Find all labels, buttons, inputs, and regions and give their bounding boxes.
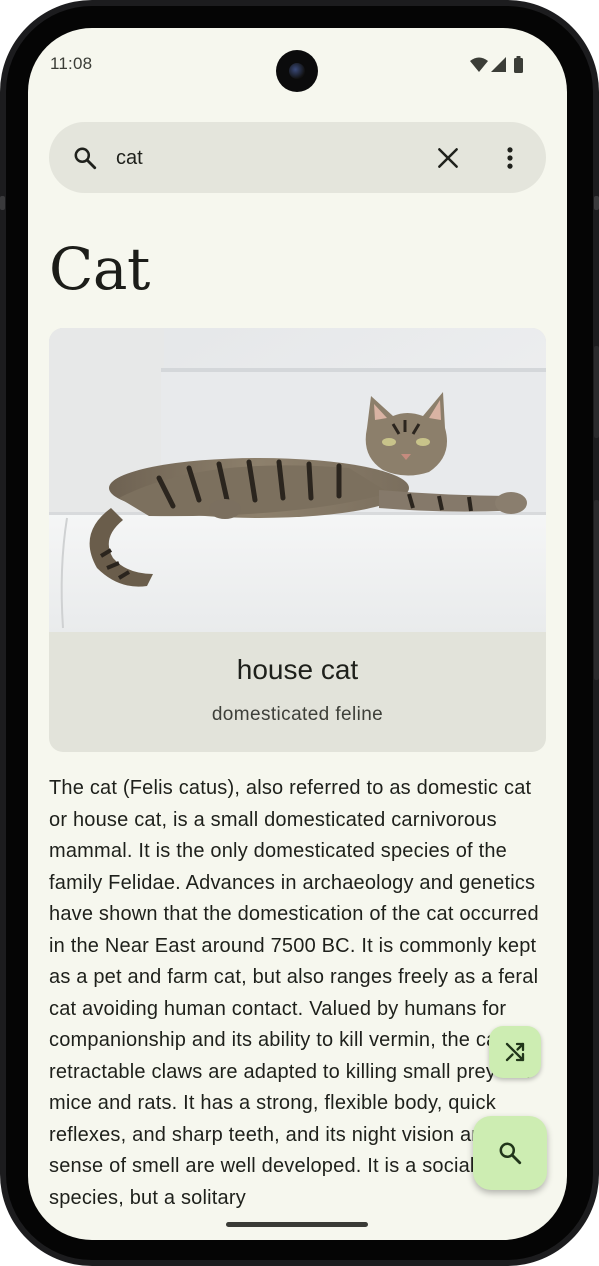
wifi-icon: [470, 57, 488, 72]
article-text: The cat (Felis catus), also referred to …: [49, 777, 539, 1209]
page-title: Cat: [49, 235, 150, 303]
phone-frame: 11:08 cat Cat house cat domesticated fel…: [0, 0, 599, 1266]
cat-photo: [49, 328, 546, 632]
power-button: [594, 346, 599, 438]
gesture-nav-handle[interactable]: [226, 1222, 368, 1227]
signal-icon: [491, 57, 506, 72]
status-bar: 11:08: [28, 28, 567, 100]
volume-button: [594, 500, 599, 680]
close-icon[interactable]: [435, 145, 461, 171]
more-vert-icon[interactable]: [497, 145, 523, 171]
status-icons: [470, 56, 523, 73]
random-article-button[interactable]: [489, 1026, 541, 1078]
shuffle-icon: [505, 1042, 525, 1062]
card-title: house cat: [236, 654, 359, 685]
search-bar[interactable]: [49, 122, 546, 193]
front-camera: [276, 50, 318, 92]
search-icon[interactable]: [72, 145, 98, 171]
battery-icon: [514, 56, 523, 73]
infobox-card[interactable]: house cat domesticated feline: [49, 328, 546, 752]
frame-antenna-right: [594, 196, 599, 210]
search-fab-button[interactable]: [473, 1116, 547, 1190]
frame-antenna-left: [0, 196, 5, 210]
search-input[interactable]: [116, 138, 416, 178]
card-subtitle: domesticated feline: [211, 704, 384, 725]
status-time: 11:08: [50, 54, 93, 73]
search-icon: [499, 1142, 522, 1165]
app-screen: 11:08 cat Cat house cat domesticated fel…: [28, 28, 567, 1240]
